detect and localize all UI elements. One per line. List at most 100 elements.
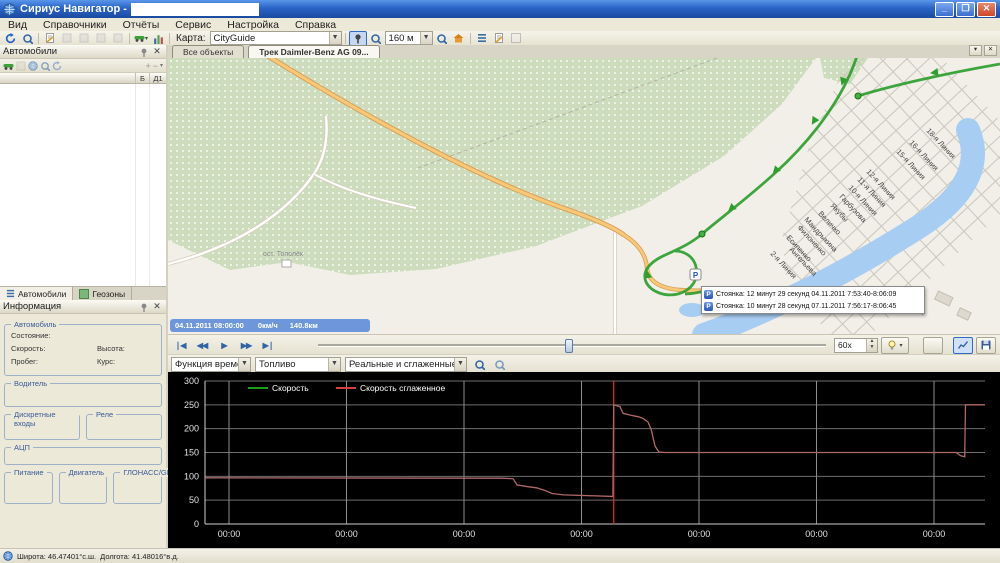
- tooltip-row[interactable]: P Стоянка: 12 минут 29 секунд 04.11.2011…: [704, 288, 922, 300]
- menu-directories[interactable]: Справочники: [35, 19, 115, 31]
- map-view[interactable]: P ост. Тополёк 18-я Линия 16-я Линия 15-…: [168, 58, 1000, 334]
- pin-button[interactable]: [139, 302, 151, 312]
- column-name[interactable]: [0, 73, 136, 83]
- search-button[interactable]: [19, 32, 35, 45]
- menu-settings[interactable]: Настройка: [219, 19, 287, 31]
- speed-chart[interactable]: 05010015020025030000:0000:0000:0000:0000…: [168, 372, 1000, 548]
- menu-reports[interactable]: Отчёты: [115, 19, 168, 31]
- spin-down-icon[interactable]: ▼: [867, 345, 877, 352]
- search-icon: [40, 61, 50, 71]
- chevron-down-icon[interactable]: ▼: [328, 358, 340, 371]
- map-scale-select[interactable]: 160 м ▼: [385, 31, 433, 45]
- extra-button[interactable]: [923, 337, 943, 354]
- globe-icon: [28, 61, 38, 71]
- column-d1[interactable]: Д1: [150, 73, 166, 83]
- function-select-value: Функция времени: [172, 359, 238, 370]
- close-panel-button[interactable]: ✕: [151, 46, 163, 57]
- notes-button[interactable]: [491, 32, 507, 45]
- svg-text:00:00: 00:00: [570, 529, 593, 539]
- glonass-group: ГЛОНАСС/GPS: [113, 472, 162, 504]
- show-all-button[interactable]: [16, 61, 26, 71]
- legend-button[interactable]: [110, 32, 126, 45]
- parking-marker[interactable]: P: [690, 269, 701, 280]
- play-button[interactable]: ▶: [214, 338, 234, 353]
- playback-speed-spinner[interactable]: 60x ▲▼: [834, 338, 878, 353]
- checkbox-icon: [511, 33, 521, 43]
- maximize-button[interactable]: ❐: [956, 2, 975, 17]
- measure-button[interactable]: [76, 32, 92, 45]
- select-button[interactable]: [59, 32, 75, 45]
- skip-end-button[interactable]: ▶❘: [258, 338, 278, 353]
- minimize-button[interactable]: _: [935, 2, 954, 17]
- zoom-in-icon: [474, 359, 485, 370]
- chevron-down-icon[interactable]: ▼: [329, 32, 341, 44]
- layers-button[interactable]: [93, 32, 109, 45]
- close-button[interactable]: ✕: [977, 2, 996, 17]
- pin-button[interactable]: [139, 47, 151, 57]
- columns-button[interactable]: ▾: [160, 62, 163, 69]
- slider-handle[interactable]: [565, 339, 573, 353]
- tab-close-button[interactable]: ✕: [984, 45, 997, 56]
- menu-view[interactable]: Вид: [0, 19, 35, 31]
- function-select[interactable]: Функция времени ▼: [171, 357, 251, 372]
- statistics-button[interactable]: [150, 32, 166, 45]
- edit-button[interactable]: [42, 32, 58, 45]
- chevron-down-icon[interactable]: ▼: [454, 358, 466, 371]
- map-center-button[interactable]: [28, 61, 38, 71]
- remove-button[interactable]: −: [153, 61, 158, 71]
- refresh-list-button[interactable]: [52, 61, 62, 71]
- menu-service[interactable]: Сервис: [167, 19, 219, 31]
- tab-scroll-button[interactable]: ▾: [969, 45, 982, 56]
- poi-label: ост. Тополёк: [263, 251, 304, 258]
- add-button[interactable]: +: [145, 61, 150, 71]
- tab-vehicles[interactable]: Автомобили: [0, 287, 73, 300]
- svg-text:100: 100: [184, 471, 199, 481]
- find-vehicle-button[interactable]: [40, 61, 50, 71]
- vehicle-group: Автомобиль Состояние: Скорость:Высота: П…: [4, 324, 162, 376]
- home-button[interactable]: [451, 32, 467, 45]
- zoom-out-button[interactable]: [434, 32, 450, 45]
- save-button[interactable]: [976, 337, 996, 354]
- values-mode-select[interactable]: Реальные и сглаженные значен ▼: [345, 357, 467, 372]
- car-icon: [3, 61, 14, 71]
- chevron-down-icon[interactable]: ▼: [420, 32, 432, 44]
- close-panel-button[interactable]: ✕: [151, 301, 163, 312]
- chevron-down-icon[interactable]: ▼: [238, 358, 250, 371]
- layers-icon: [96, 33, 106, 43]
- parking-icon: P: [704, 290, 713, 299]
- zoom-in-button[interactable]: [368, 32, 384, 45]
- driver-group: Водитель: [4, 383, 162, 407]
- tab-all-objects[interactable]: Все объекты: [172, 45, 244, 58]
- vehicles-list[interactable]: [0, 84, 166, 286]
- tab-track[interactable]: Трек Daimler-Benz AG 09...: [248, 45, 379, 58]
- hints-button[interactable]: ▾: [881, 337, 909, 354]
- menu-help[interactable]: Справка: [287, 19, 344, 31]
- tab-geozones[interactable]: Геозоны: [73, 287, 132, 300]
- vehicle-group-label: Автомобиль: [11, 320, 59, 329]
- marker-toggle-button[interactable]: [349, 31, 367, 46]
- parameter-select[interactable]: Топливо ▼: [255, 357, 341, 372]
- fast-forward-button[interactable]: ▶▶: [236, 338, 256, 353]
- left-panel: Автомобили ✕ + − ▾ Б Д1 Автомобили Геозо…: [0, 45, 168, 548]
- status-bar: Широта: 46.47401°с.ш. Долгота: 41.48016°…: [0, 548, 1000, 563]
- column-b[interactable]: Б: [136, 73, 150, 83]
- pin-icon: [139, 302, 149, 312]
- option-checkbox[interactable]: [508, 32, 524, 45]
- info-panel-title: Информация: [3, 301, 61, 312]
- map-select[interactable]: CityGuide ▼: [210, 31, 342, 45]
- skip-start-button[interactable]: ❘◀: [170, 338, 190, 353]
- timeline-slider[interactable]: [318, 338, 826, 352]
- chart-zoom-out-button[interactable]: [491, 358, 507, 371]
- refresh-icon: [52, 61, 62, 71]
- show-chart-button[interactable]: [953, 337, 973, 354]
- tooltip-row[interactable]: P Стоянка: 10 минут 28 секунд 07.11.2011…: [704, 300, 922, 312]
- refresh-button[interactable]: [2, 32, 18, 45]
- line-chart-icon: [958, 340, 968, 350]
- rewind-button[interactable]: ◀◀: [192, 338, 212, 353]
- svg-text:Скорость: Скорость: [272, 383, 309, 393]
- object-list-button[interactable]: [474, 32, 490, 45]
- tab-vehicles-label: Автомобили: [18, 289, 66, 299]
- chart-zoom-in-button[interactable]: [471, 358, 487, 371]
- vehicle-button[interactable]: ▾: [133, 32, 149, 45]
- follow-vehicle-button[interactable]: [3, 61, 14, 71]
